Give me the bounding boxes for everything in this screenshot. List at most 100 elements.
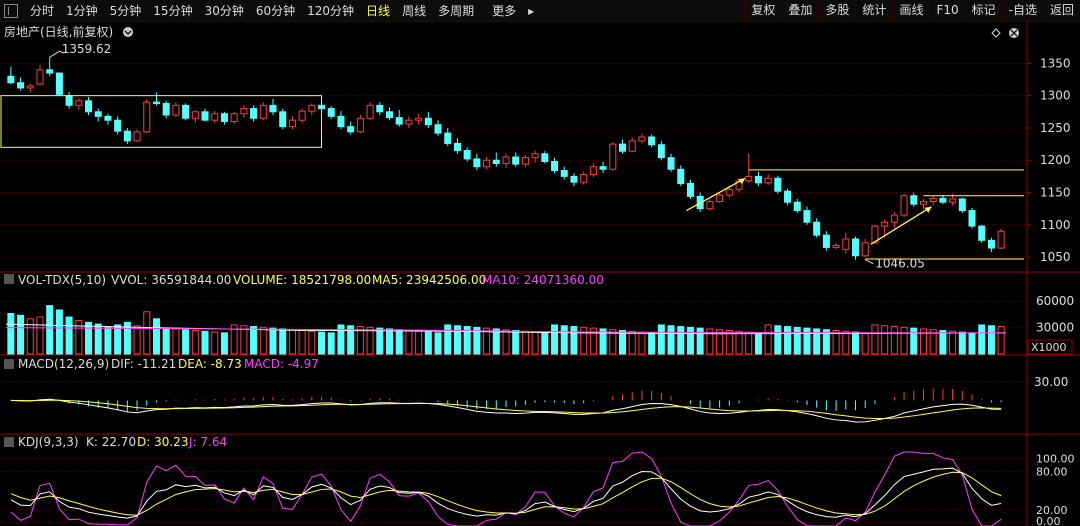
candle-body (463, 150, 471, 160)
price-tick-label: 1050 (1040, 250, 1071, 264)
volume-bar (648, 332, 656, 355)
candle-body (230, 113, 238, 122)
tab-multi-period[interactable]: 多周期 (432, 2, 480, 19)
kdj-k-value: K: 22.70 (86, 435, 136, 449)
kdj-header: KDJ(9,3,3) K: 22.70 D: 30.23 J: 7.64 (4, 435, 227, 449)
candle-body (512, 156, 520, 165)
kdj-lines (10, 451, 1002, 526)
candle-body (910, 195, 918, 205)
price-axis-ticks: 1350 1300 1250 1200 1150 1100 1050 (1027, 56, 1071, 264)
volume-bar (104, 327, 112, 355)
volume-bar (861, 332, 869, 355)
back-button[interactable]: 返回 (1042, 0, 1080, 22)
window-menu-icon[interactable] (4, 3, 18, 18)
overlay-button[interactable]: 叠加 (781, 0, 818, 22)
kdj-indicator-label: KDJ(9,3,3) (18, 435, 79, 449)
candle-body (502, 156, 510, 164)
volume-bar (657, 324, 665, 355)
tab-120min[interactable]: 120分钟 (301, 2, 360, 19)
volume-bar (842, 330, 850, 355)
volume-bar (871, 324, 879, 355)
candle-body (483, 159, 491, 168)
volume-bar (36, 316, 44, 355)
mark-button[interactable]: 标记 (964, 0, 1002, 22)
candle-body (657, 144, 665, 159)
stock-title: 房地产(日线,前复权) (4, 24, 113, 39)
volume-bar (521, 330, 529, 355)
f10-button[interactable]: F10 (929, 0, 964, 22)
volume-header: VOL-TDX(5,10) VVOL: 36591844.00 VOLUME: … (4, 273, 604, 287)
volume-bar (774, 325, 782, 355)
tab-30min[interactable]: 30分钟 (199, 2, 250, 19)
volume-bar (182, 329, 190, 355)
candlestick-series[interactable] (7, 57, 1005, 260)
watchlist-button[interactable]: -自选 (1001, 0, 1043, 22)
volume-bar (677, 326, 685, 355)
candle-body (143, 101, 151, 133)
candle-body (308, 104, 316, 112)
candle-body (75, 100, 83, 106)
candle-body (745, 175, 753, 182)
multi-stock-button[interactable]: 多股 (818, 0, 855, 22)
tab-intraday[interactable]: 分时 (24, 2, 60, 19)
candle-body (152, 101, 160, 104)
candle-body (958, 198, 966, 212)
candle-body (405, 119, 413, 125)
volume-bar (65, 316, 73, 355)
volume-tick-label: 60000 (1036, 294, 1074, 308)
candle-body (415, 117, 423, 121)
candle-body (706, 201, 714, 210)
top-toolbar: 分时 1分钟 5分钟 15分钟 30分钟 60分钟 120分钟 日线 周线 多周… (0, 0, 1080, 22)
volume-bar (211, 331, 219, 355)
volume-bar (541, 332, 549, 355)
volume-bar (832, 330, 840, 355)
macd-dea-value: DEA: -8.73 (178, 357, 242, 371)
panel-controls[interactable] (991, 28, 1019, 38)
candle-body (686, 182, 694, 197)
volume-bar (512, 330, 520, 355)
candle-body (881, 221, 889, 227)
tab-5min[interactable]: 5分钟 (104, 2, 148, 19)
candle-body (570, 175, 578, 183)
volume-bar (852, 331, 860, 355)
candle-body (259, 104, 267, 119)
candle-body (356, 117, 364, 133)
tab-more[interactable]: 更多 ▸ (480, 2, 546, 19)
candle-body (191, 111, 199, 119)
volume-bar (910, 327, 918, 355)
volume-bar (667, 325, 675, 355)
kdj-d-line (10, 471, 1002, 516)
volume-bar (551, 324, 559, 355)
candle-body (521, 157, 529, 165)
tab-60min[interactable]: 60分钟 (250, 2, 301, 19)
candle-body (580, 173, 588, 183)
candle-body (667, 157, 675, 170)
statistics-button[interactable]: 统计 (855, 0, 892, 22)
candle-body (618, 143, 627, 152)
volume-value: VOLUME: 18521798.00 (233, 273, 371, 287)
volume-bar (250, 326, 258, 355)
adjust-button[interactable]: 复权 (744, 0, 781, 22)
volume-bar (308, 330, 316, 355)
volume-bar (803, 327, 811, 355)
tab-1min[interactable]: 1分钟 (60, 2, 104, 19)
tab-weekly[interactable]: 周线 (396, 2, 432, 19)
volume-bar (978, 324, 986, 355)
price-tick-label: 1200 (1040, 153, 1071, 167)
candle-body (444, 132, 452, 144)
macd-dif-value: DIF: -11.21 (111, 357, 176, 371)
candle-body (531, 153, 539, 159)
tab-daily[interactable]: 日线 (360, 2, 396, 19)
kdj-tick-label: 0.00 (1036, 515, 1061, 526)
candle-body (46, 69, 54, 74)
volume-bar (764, 324, 772, 355)
draw-line-button[interactable]: 画线 (892, 0, 929, 22)
candle-body (337, 115, 345, 128)
chart-area[interactable]: 房地产(日线,前复权) 1350 1300 1250 1200 1150 1100 1050… (0, 22, 1080, 526)
volume-close-icon (4, 274, 14, 284)
tab-15min[interactable]: 15分钟 (147, 2, 198, 19)
title-dropdown-icon[interactable] (123, 27, 133, 37)
candle-body (551, 161, 559, 172)
candle-body (492, 159, 500, 164)
volume-bar (288, 329, 296, 355)
